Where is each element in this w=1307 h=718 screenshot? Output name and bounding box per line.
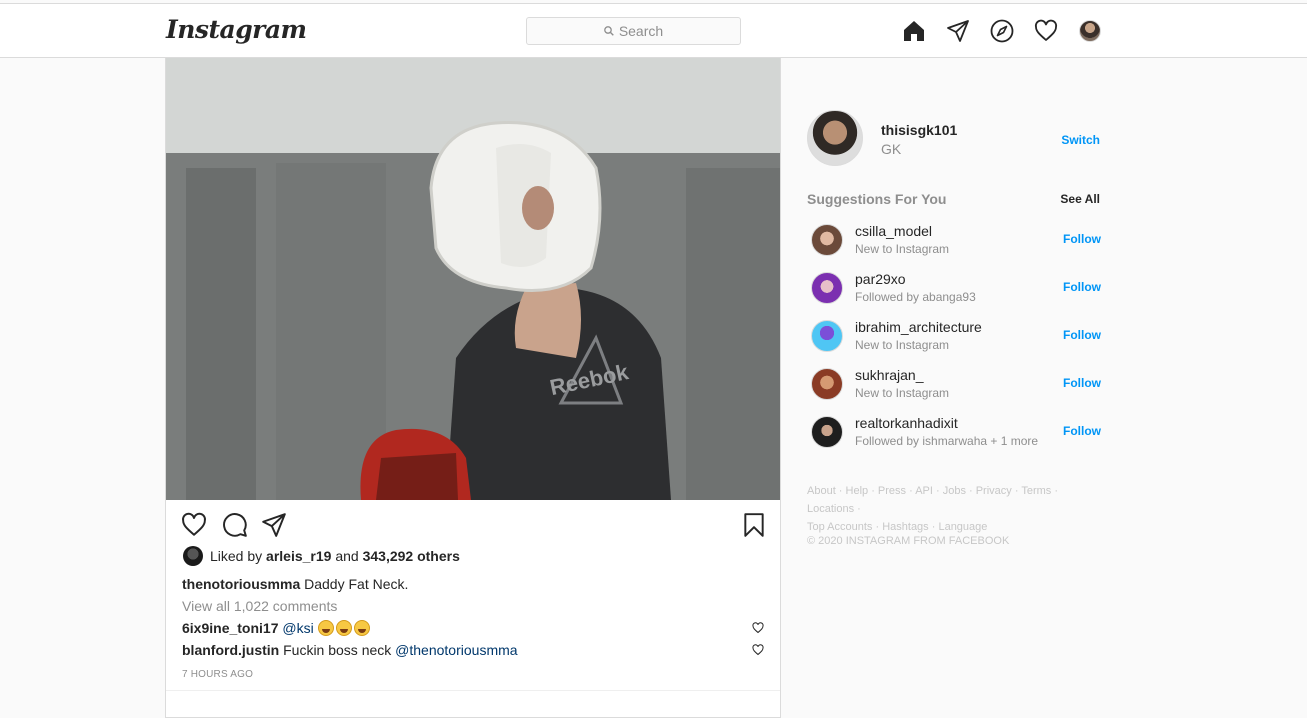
suggestion-reason: Followed by abanga93 xyxy=(855,290,976,304)
search-placeholder: Search xyxy=(618,23,664,39)
likes-count-link[interactable]: 343,292 others xyxy=(363,548,460,564)
caption-username-link[interactable]: thenotoriousmma xyxy=(182,576,300,592)
liked-by-mid: and xyxy=(335,548,359,564)
suggestion-avatar[interactable] xyxy=(811,224,843,256)
suggestions-heading: Suggestions For You xyxy=(807,191,947,207)
search-icon xyxy=(603,26,614,36)
comment-row: 6ix9ine_toni17 @ksi xyxy=(182,620,766,636)
comment-username-link[interactable]: 6ix9ine_toni17 xyxy=(182,620,279,636)
follow-button[interactable]: Follow xyxy=(1063,424,1101,438)
suggestion-reason: Followed by ishmarwaha + 1 more xyxy=(855,434,1039,448)
suggestion-username[interactable]: csilla_model xyxy=(855,223,932,239)
follow-button[interactable]: Follow xyxy=(1063,232,1101,246)
current-user-fullname: GK xyxy=(881,141,902,157)
share-send-icon[interactable] xyxy=(261,512,287,538)
comment-mention-link[interactable]: @thenotoriousmma xyxy=(395,642,517,658)
comment-like-heart-icon[interactable] xyxy=(752,644,764,656)
laughing-emoji-icon xyxy=(317,620,372,636)
top-navigation-bar: Instagram Search xyxy=(0,4,1307,58)
post-caption: thenotoriousmma Daddy Fat Neck. xyxy=(182,576,408,592)
activity-heart-icon[interactable] xyxy=(1034,19,1058,43)
suggestion-reason: New to Instagram xyxy=(855,386,950,400)
direct-messages-icon[interactable] xyxy=(946,19,970,43)
suggestion-username[interactable]: par29xo xyxy=(855,271,906,287)
footer-links-line-2[interactable]: Top Accounts · Hashtags · Language xyxy=(807,518,1107,536)
footer-links: About · Help · Press · API · Jobs · Priv… xyxy=(807,482,1107,536)
like-heart-icon[interactable] xyxy=(181,512,207,538)
current-user-avatar[interactable] xyxy=(807,110,863,166)
follow-button[interactable]: Follow xyxy=(1063,328,1101,342)
comment-bubble-icon[interactable] xyxy=(222,512,248,538)
current-username[interactable]: thisisgk101 xyxy=(881,122,957,138)
caption-text: Daddy Fat Neck. xyxy=(304,576,409,592)
suggestion-avatar[interactable] xyxy=(811,272,843,304)
suggestion-reason: New to Instagram xyxy=(855,242,950,256)
follow-button[interactable]: Follow xyxy=(1063,376,1101,390)
explore-compass-icon[interactable] xyxy=(990,19,1014,43)
suggestion-avatar[interactable] xyxy=(811,416,843,448)
suggestion-item: realtorkanhadixit Followed by ishmarwaha… xyxy=(811,415,1101,456)
switch-account-button[interactable]: Switch xyxy=(1061,133,1100,147)
liked-by-prefix: Liked by xyxy=(210,548,263,564)
comment-row: blanford.justin Fuckin boss neck @thenot… xyxy=(182,642,766,658)
liker-avatar[interactable] xyxy=(183,546,203,566)
liker-username-link[interactable]: arleis_r19 xyxy=(266,548,331,564)
suggestion-username[interactable]: realtorkanhadixit xyxy=(855,415,958,431)
post-divider xyxy=(166,690,780,691)
suggestion-reason: New to Instagram xyxy=(855,338,950,352)
save-bookmark-icon[interactable] xyxy=(741,512,767,538)
suggestion-avatar[interactable] xyxy=(811,368,843,400)
suggestion-item: ibrahim_architecture New to Instagram Fo… xyxy=(811,319,1101,360)
see-all-suggestions-link[interactable]: See All xyxy=(1060,192,1100,206)
comment-username-link[interactable]: blanford.justin xyxy=(182,642,279,658)
profile-avatar[interactable] xyxy=(1079,20,1101,42)
post-photo-illustration: Reebok xyxy=(166,58,780,500)
suggestion-item: par29xo Followed by abanga93 Follow xyxy=(811,271,1101,312)
comment-like-heart-icon[interactable] xyxy=(752,622,764,634)
post-actions-bar xyxy=(166,500,780,550)
likes-summary: Liked by arleis_r19 and 343,292 others xyxy=(183,546,460,566)
instagram-logo[interactable]: Instagram xyxy=(166,15,307,44)
copyright-notice: © 2020 INSTAGRAM FROM FACEBOOK xyxy=(807,535,1010,547)
suggestion-username[interactable]: sukhrajan_ xyxy=(855,367,924,383)
suggestion-item: csilla_model New to Instagram Follow xyxy=(811,223,1101,264)
feed-post: Reebok Liked by arleis_r19 and 343,292 o… xyxy=(165,58,781,718)
comment-mention-link[interactable]: @ksi xyxy=(282,620,313,636)
suggestion-item: sukhrajan_ New to Instagram Follow xyxy=(811,367,1101,408)
search-input[interactable]: Search xyxy=(526,17,741,45)
suggestion-avatar[interactable] xyxy=(811,320,843,352)
view-all-comments-link[interactable]: View all 1,022 comments xyxy=(182,598,337,614)
suggestion-username[interactable]: ibrahim_architecture xyxy=(855,319,982,335)
follow-button[interactable]: Follow xyxy=(1063,280,1101,294)
comment-text: Fuckin boss neck xyxy=(283,642,392,658)
post-photo[interactable]: Reebok xyxy=(166,58,780,500)
home-icon[interactable] xyxy=(902,19,926,43)
footer-links-line-1[interactable]: About · Help · Press · API · Jobs · Priv… xyxy=(807,482,1107,518)
post-timestamp[interactable]: 7 HOURS AGO xyxy=(182,669,253,680)
